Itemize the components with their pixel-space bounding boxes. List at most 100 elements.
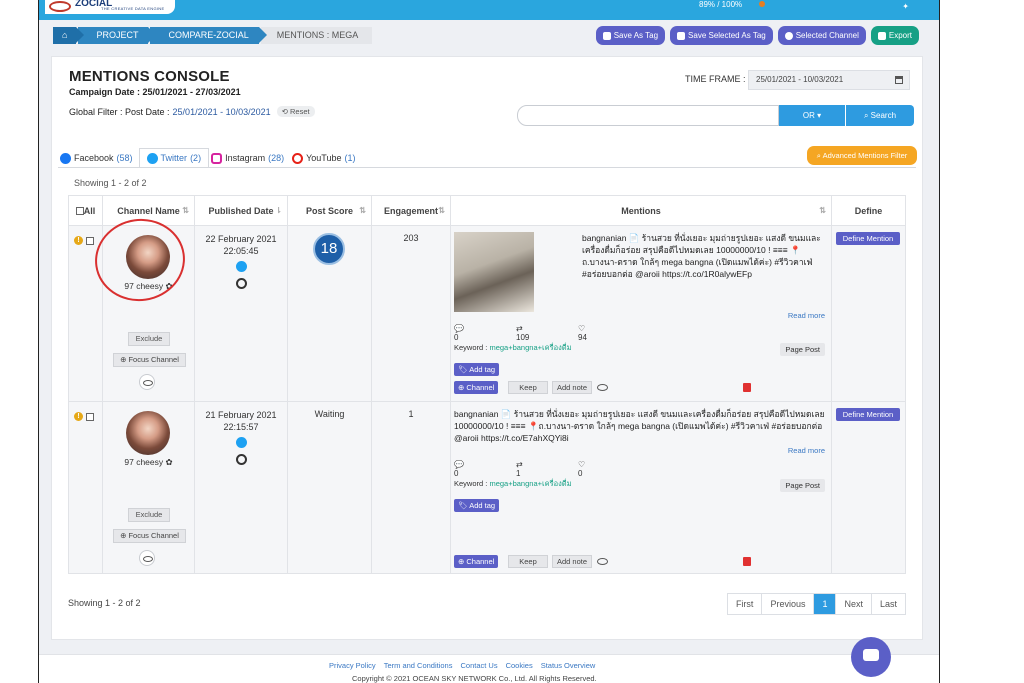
focus-channel-button[interactable]: ⊕ Focus Channel [113,353,186,367]
notification-icon[interactable] [759,1,765,7]
app-frame: ZOCIAL THE CREATIVE DATA ENGINE 89% / 10… [38,0,940,683]
define-mention-button[interactable]: Define Mention [836,408,900,421]
twitter-icon[interactable] [235,261,247,272]
define-mention-button[interactable]: Define Mention [836,232,900,245]
page-previous[interactable]: Previous [762,594,815,614]
post-type-badge: Page Post [780,343,825,356]
channel-button[interactable]: ⊕ Channel [454,555,499,568]
logo[interactable]: ZOCIAL THE CREATIVE DATA ENGINE [45,0,175,14]
save-icon [677,31,686,40]
plus-circle-icon [784,31,793,40]
time-frame-input[interactable]: 25/01/2021 - 10/03/2021 [748,70,910,90]
info-icon[interactable]: ! [74,236,83,245]
mention-text: bangnanian 📄 ร้านสวย ที่นั่งเยอะ มุมถ่าย… [582,233,821,279]
mention-text: bangnanian 📄 ร้านสวย ที่นั่งเยอะ มุมถ่าย… [454,409,825,443]
row-select: ! [68,401,103,574]
sort-icon[interactable]: ⇅ [819,206,826,215]
select-all-checkbox[interactable] [75,207,84,216]
table-row: ! 97 cheesy ✿ Exclude ⊕ Focus Channel 21… [68,401,906,574]
advanced-filter-button[interactable]: ⌕ Advanced Mentions Filter [807,146,917,165]
contact-link[interactable]: Contact Us [460,661,497,670]
breadcrumb-compare[interactable]: COMPARE-ZOCIAL [150,27,267,44]
keep-button[interactable]: Keep [508,555,548,568]
header-mentions[interactable]: Mentions ⇅ [450,195,832,226]
trash-icon[interactable] [743,383,751,392]
globe-icon[interactable] [235,454,247,465]
globe-icon[interactable] [235,278,247,289]
page-current[interactable]: 1 [814,594,837,614]
view-icon[interactable] [139,550,155,566]
calendar-icon[interactable] [895,76,903,84]
reset-button[interactable]: ⟲ Reset [276,106,315,117]
page-next[interactable]: Next [836,594,872,614]
tab-facebook[interactable]: Facebook (58) [58,148,139,168]
search-input[interactable] [517,105,779,126]
sort-icon[interactable]: ⇅ [182,206,189,215]
copyright: Copyright © 2021 OCEAN SKY NETWORK Co., … [352,674,597,683]
header-score[interactable]: Post Score ⇅ [287,195,372,226]
search-button[interactable]: ⌕ Search [846,105,914,126]
row-checkbox[interactable] [86,412,94,421]
view-icon[interactable] [139,374,155,390]
save-as-tag-button[interactable]: Save As Tag [595,26,666,45]
selected-channel-button[interactable]: Selected Channel [777,26,866,45]
keep-button[interactable]: Keep [508,381,548,394]
status-link[interactable]: Status Overview [541,661,596,670]
sort-icon[interactable]: ⇂ [275,206,282,215]
privacy-link[interactable]: Privacy Policy [329,661,376,670]
engagement-value: 1 [408,409,414,419]
or-dropdown[interactable]: OR ▾ [779,105,845,126]
exclude-button[interactable]: Exclude [128,508,170,522]
comment-count: 💬0 [454,324,464,342]
add-tag-button[interactable]: 🏷 Add tag [454,363,500,376]
add-note-button[interactable]: Add note [552,381,592,394]
mention-cell: bangnanian 📄 ร้านสวย ที่นั่งเยอะ มุมถ่าย… [450,401,832,574]
score-cell: 18 [287,225,372,402]
post-image[interactable] [454,232,534,312]
trash-icon[interactable] [743,557,751,566]
sort-icon[interactable]: ⇅ [438,206,445,215]
like-count: ♡94 [578,324,587,342]
twitter-icon[interactable] [235,437,247,448]
row-checkbox[interactable] [86,236,94,245]
tab-instagram[interactable]: Instagram (28) [209,148,290,168]
read-more-link[interactable]: Read more [788,446,825,455]
header-engagement[interactable]: Engagement ⇅ [371,195,451,226]
read-more-link[interactable]: Read more [788,311,825,320]
breadcrumb-home[interactable]: ⌂ [53,27,85,44]
header-define: Define [831,195,906,226]
twitter-icon [146,152,158,164]
avatar[interactable] [126,411,170,455]
view-icon[interactable] [597,558,608,565]
channel-button[interactable]: ⊕ Channel [454,381,499,394]
time-frame-label: TIME FRAME : [685,74,746,84]
cookies-link[interactable]: Cookies [506,661,533,670]
tab-twitter[interactable]: Twitter (2) [138,148,210,168]
page-first[interactable]: First [727,594,763,614]
exclude-button[interactable]: Exclude [128,332,170,346]
sort-icon[interactable]: ⇅ [359,206,366,215]
terms-link[interactable]: Term and Conditions [384,661,453,670]
focus-channel-button[interactable]: ⊕ Focus Channel [113,529,186,543]
define-cell: Define Mention [831,401,906,574]
page-last[interactable]: Last [871,594,905,614]
engagement-cell: 203 [371,225,451,402]
breadcrumb-project[interactable]: PROJECT [78,27,157,44]
chat-icon[interactable] [851,637,891,677]
campaign-date: Campaign Date : 25/01/2021 - 27/03/2021 [69,87,241,97]
add-tag-button[interactable]: 🏷 Add tag [454,499,500,512]
info-icon[interactable]: ! [74,412,83,421]
header-select-all[interactable]: All [68,195,103,226]
add-note-button[interactable]: Add note [552,555,592,568]
breadcrumb-current: MENTIONS : MEGA [260,27,373,44]
pin-icon[interactable]: ✦ [902,2,909,11]
header-published[interactable]: Published Date ⇂ [194,195,288,226]
view-icon[interactable] [597,384,608,391]
export-button[interactable]: Export [870,26,919,45]
channel-name[interactable]: 97 cheesy ✿ [103,457,194,468]
tab-youtube[interactable]: YouTube (1) [290,148,361,168]
save-selected-as-tag-button[interactable]: Save Selected As Tag [670,26,773,45]
global-filter: Global Filter : Post Date : 25/01/2021 -… [69,106,315,117]
breadcrumb: ⌂ PROJECT COMPARE-ZOCIAL MENTIONS : MEGA [53,27,374,44]
retweet-count: ⇄ 109 [516,324,530,342]
